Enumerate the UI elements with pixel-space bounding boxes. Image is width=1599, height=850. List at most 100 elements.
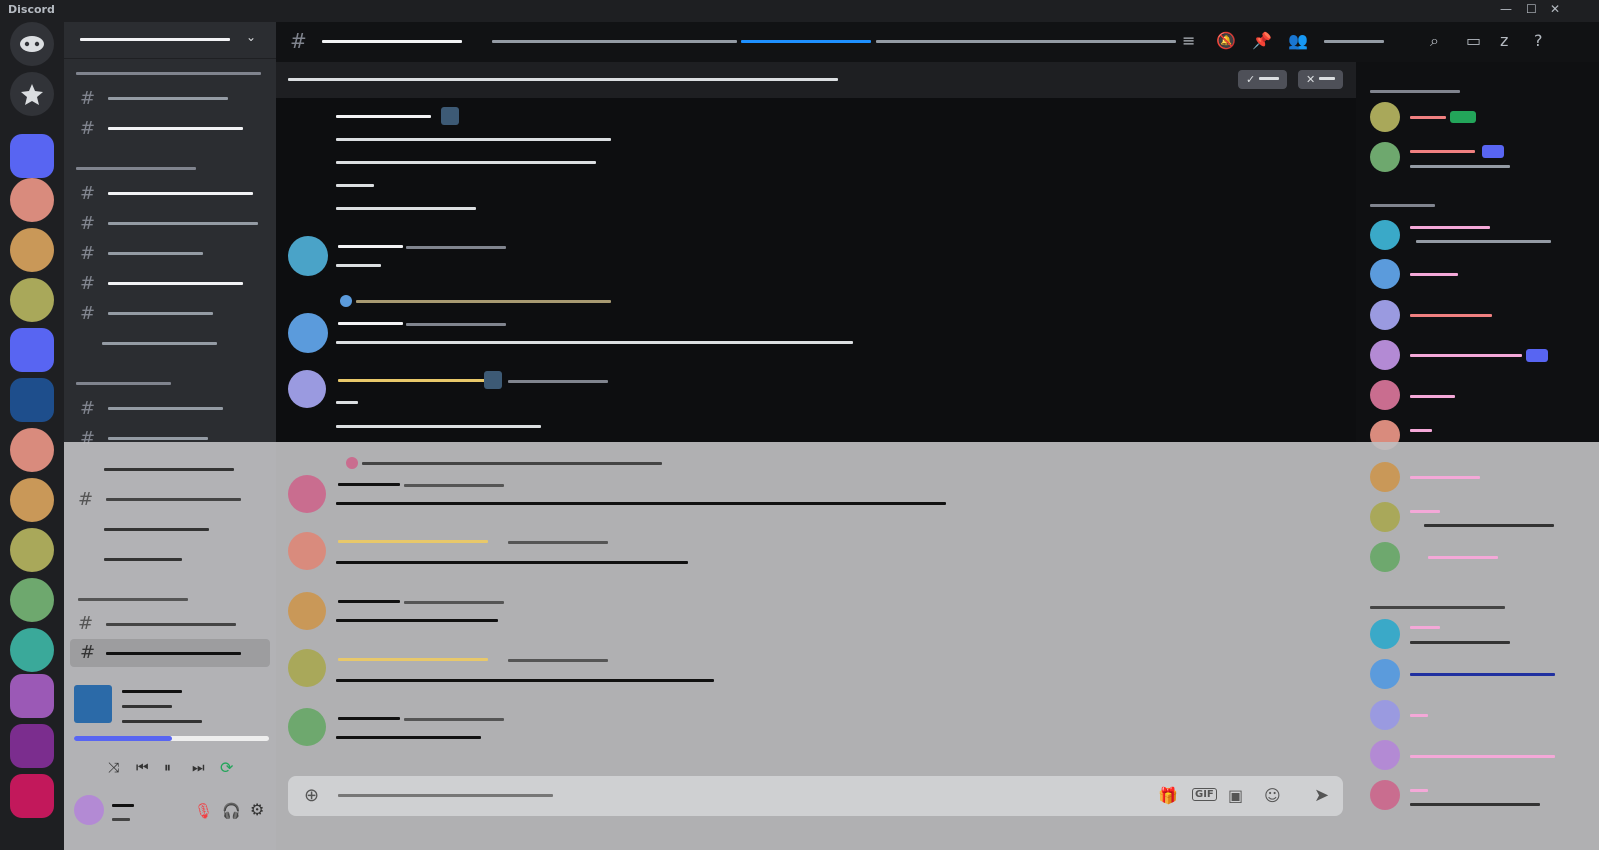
members-icon[interactable]: 👥 [1288, 31, 1308, 50]
pause-icon[interactable]: ⏸ [164, 760, 171, 776]
accept-button[interactable]: ✓ [1238, 70, 1287, 89]
member-name[interactable] [1410, 714, 1428, 717]
headphones-icon[interactable]: 🎧 [222, 802, 241, 820]
channel-topic[interactable] [492, 40, 737, 43]
pin-icon[interactable]: 📌 [1252, 31, 1272, 50]
member-name[interactable] [1410, 116, 1446, 119]
category-header[interactable] [76, 382, 171, 385]
thread-item[interactable] [70, 330, 270, 356]
username[interactable] [338, 658, 488, 661]
avatar[interactable] [1370, 380, 1400, 410]
topic-link[interactable] [741, 40, 871, 43]
channel-item[interactable]: # [70, 395, 270, 421]
mic-off-icon[interactable]: 🎙 [194, 802, 213, 820]
server-icon[interactable] [10, 478, 54, 522]
channel-topic[interactable] [876, 40, 1176, 43]
channel-item[interactable]: # [70, 85, 270, 111]
avatar[interactable] [288, 313, 328, 353]
repeat-icon[interactable]: ⟳ [220, 758, 233, 777]
server-icon[interactable] [10, 578, 54, 622]
channel-item[interactable]: # [70, 180, 270, 206]
thread-item[interactable] [104, 558, 182, 561]
search-input[interactable] [1324, 40, 1384, 43]
avatar[interactable] [288, 370, 326, 408]
avatar[interactable] [1370, 659, 1400, 689]
thread-item[interactable] [104, 468, 234, 471]
previous-icon[interactable]: ⏮ [136, 760, 149, 776]
gif-button[interactable]: GIF [1192, 788, 1217, 801]
avatar[interactable] [1370, 102, 1400, 132]
member-name[interactable] [1410, 789, 1428, 792]
server-folder[interactable] [10, 674, 54, 718]
message-composer[interactable]: ⊕ 🎁 GIF ▣ ☺ ➤ [288, 776, 1343, 816]
username[interactable] [338, 483, 400, 486]
username[interactable] [338, 600, 400, 603]
member-name[interactable] [1410, 354, 1522, 357]
help-icon[interactable]: ? [1534, 31, 1543, 50]
channel-item[interactable]: # [70, 270, 270, 296]
avatar[interactable] [1370, 780, 1400, 810]
member-name[interactable] [1410, 755, 1555, 758]
reply-preview[interactable] [356, 300, 611, 303]
member-name[interactable] [1410, 273, 1458, 276]
avatar[interactable] [288, 649, 326, 687]
send-icon[interactable]: ➤ [1314, 785, 1329, 806]
server-folder[interactable] [10, 134, 54, 178]
avatar[interactable] [288, 708, 326, 746]
user-name[interactable] [112, 804, 134, 807]
member-name[interactable] [1410, 626, 1440, 629]
member-name[interactable] [1410, 314, 1492, 317]
username[interactable] [338, 717, 400, 720]
member-name[interactable] [1410, 395, 1455, 398]
category-header[interactable] [76, 72, 261, 75]
dismiss-button[interactable]: ✕ [1298, 70, 1343, 89]
username[interactable] [338, 540, 488, 543]
star-icon[interactable] [10, 72, 54, 116]
message-input-placeholder[interactable] [338, 794, 553, 797]
category-header[interactable] [76, 167, 196, 170]
avatar[interactable] [1370, 340, 1400, 370]
avatar[interactable] [288, 592, 326, 630]
settings-icon[interactable]: ⚙ [250, 800, 264, 819]
avatar[interactable] [1370, 259, 1400, 289]
avatar[interactable] [1370, 619, 1400, 649]
member-name[interactable] [1410, 476, 1480, 479]
channel-item[interactable]: # [70, 300, 270, 326]
album-art[interactable] [74, 685, 112, 723]
channel-item-selected[interactable]: # [70, 639, 270, 667]
server-icon[interactable] [10, 278, 54, 322]
server-header[interactable]: ⌄ [64, 22, 276, 59]
server-icon[interactable] [10, 178, 54, 222]
member-name[interactable] [1410, 150, 1475, 153]
thread-item[interactable] [104, 528, 209, 531]
avatar[interactable] [288, 236, 328, 276]
server-folder[interactable] [10, 328, 54, 372]
reply-preview[interactable] [362, 462, 662, 465]
minimize-icon[interactable]: — [1500, 2, 1512, 16]
avatar[interactable] [1370, 300, 1400, 330]
server-icon[interactable] [10, 628, 54, 672]
avatar[interactable] [288, 475, 326, 513]
member-name[interactable] [1410, 226, 1490, 229]
avatar[interactable] [1370, 142, 1400, 172]
server-folder[interactable] [10, 774, 54, 818]
server-icon[interactable] [10, 228, 54, 272]
channel-item[interactable]: # [70, 115, 270, 141]
avatar[interactable] [1370, 462, 1400, 492]
sticker-icon[interactable]: ▣ [1228, 786, 1243, 805]
category-header[interactable] [78, 598, 188, 601]
sleep-icon[interactable]: z [1500, 31, 1508, 50]
username[interactable] [338, 245, 403, 248]
search-icon[interactable]: ⌕ [1430, 31, 1439, 51]
shuffle-icon[interactable]: ⤨ [108, 760, 119, 776]
avatar[interactable] [1370, 502, 1400, 532]
avatar[interactable] [1370, 700, 1400, 730]
avatar[interactable] [1370, 542, 1400, 572]
maximize-icon[interactable]: ☐ [1526, 2, 1537, 16]
username[interactable] [338, 322, 403, 325]
inbox-icon[interactable]: ▭ [1466, 31, 1481, 50]
threads-icon[interactable]: ≡ [1182, 31, 1195, 50]
mute-icon[interactable]: 🔕 [1216, 31, 1236, 50]
channel-item[interactable] [106, 623, 236, 626]
avatar[interactable] [288, 532, 326, 570]
